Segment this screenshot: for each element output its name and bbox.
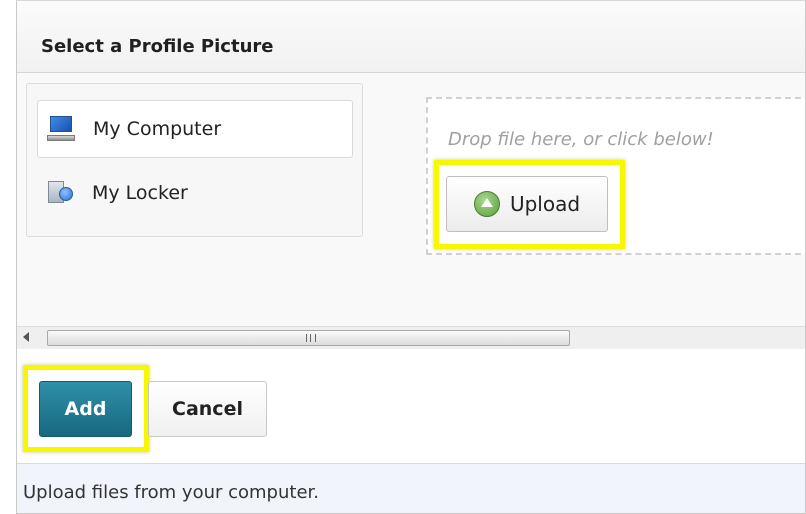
drop-zone-text: Drop file here, or click below! (448, 129, 714, 150)
computer-icon (47, 115, 75, 143)
horizontal-scrollbar[interactable] (17, 326, 805, 349)
source-my-locker-label: My Locker (92, 182, 188, 204)
add-button[interactable]: Add (39, 381, 132, 437)
upload-button[interactable]: Upload (446, 176, 608, 232)
status-text: Upload files from your computer. (23, 482, 319, 503)
dialog-title: Select a Profile Picture (41, 36, 274, 57)
source-my-locker[interactable]: My Locker (37, 164, 353, 222)
status-bar: Upload files from your computer. (17, 463, 805, 513)
grip-icon (306, 334, 316, 342)
left-arrow-icon[interactable] (23, 332, 29, 342)
source-my-computer-label: My Computer (93, 118, 222, 140)
cancel-button[interactable]: Cancel (148, 381, 267, 437)
source-list: My Computer My Locker (26, 83, 363, 237)
dialog-actions: Add Cancel (17, 354, 805, 466)
dialog-content: My Computer My Locker Drop file here, or… (17, 73, 805, 349)
upload-button-label: Upload (509, 192, 581, 216)
locker-icon (46, 179, 74, 207)
scrollbar-thumb[interactable] (47, 330, 570, 346)
dialog-header: Select a Profile Picture (17, 1, 805, 73)
profile-picture-dialog: Select a Profile Picture My Computer My … (16, 0, 806, 514)
source-my-computer[interactable]: My Computer (37, 100, 353, 158)
upload-arrow-icon (473, 191, 500, 217)
